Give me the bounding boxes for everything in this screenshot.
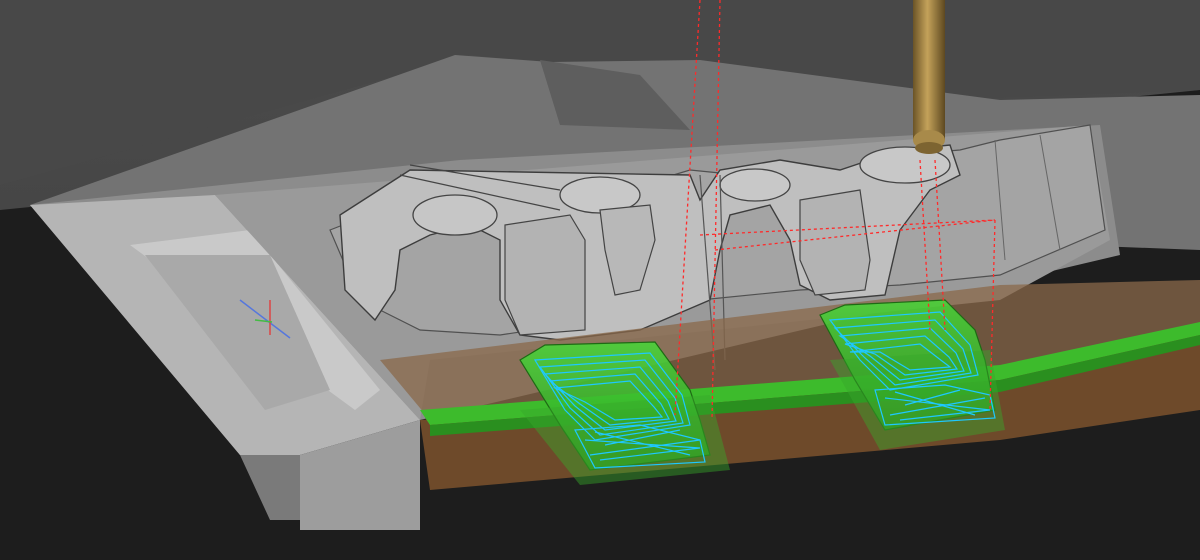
3d-viewport[interactable] (0, 0, 1200, 560)
cutting-tool[interactable] (913, 0, 945, 154)
